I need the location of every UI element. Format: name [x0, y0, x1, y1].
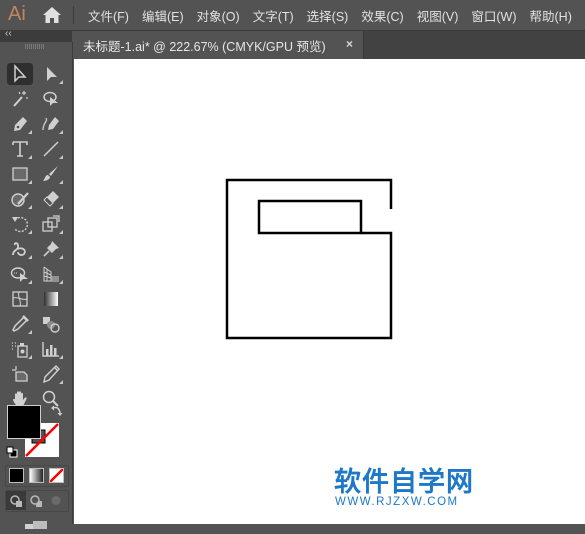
rotate-tool[interactable] — [7, 213, 33, 235]
symbol-sprayer-tool[interactable] — [7, 338, 33, 360]
slice-tool[interactable] — [38, 363, 64, 385]
lasso-tool[interactable] — [38, 88, 64, 110]
menu-list: 文件(F) 编辑(E) 对象(O) 文字(T) 选择(S) 效果(C) 视图(V… — [88, 0, 585, 30]
rectangle-tool[interactable] — [7, 163, 33, 185]
gradient-mode-button[interactable] — [29, 468, 44, 483]
type-t-icon — [12, 141, 28, 157]
draw-normal-button[interactable] — [6, 491, 26, 510]
lasso-icon — [43, 91, 58, 106]
pen-icon — [14, 117, 27, 131]
shape-builder-tool[interactable] — [7, 263, 33, 285]
draw-behind-button[interactable] — [26, 491, 46, 510]
app-logo: Ai — [8, 3, 26, 25]
column-graph-tool[interactable] — [38, 338, 64, 360]
mesh-icon — [12, 291, 28, 307]
menu-type[interactable]: 文字(T) — [253, 6, 294, 25]
screen-mode-icon — [25, 521, 47, 529]
swap-fill-stroke-icon[interactable] — [50, 404, 64, 418]
draw-behind-icon — [30, 495, 42, 507]
scale-icon — [42, 215, 60, 232]
watermark: 软件自学网 WWW.RJZXW.COM — [334, 460, 474, 508]
menu-file[interactable]: 文件(F) — [88, 6, 129, 25]
document-tab-bar: 未标题-1.ai* @ 222.67% (CMYK/GPU 预览) × — [73, 31, 585, 59]
fill-swatch[interactable] — [7, 405, 41, 439]
artboard-tool[interactable] — [7, 363, 33, 385]
none-slash-icon — [50, 469, 63, 482]
menu-help[interactable]: 帮助(H) — [530, 6, 572, 25]
pin-tool[interactable] — [38, 238, 64, 260]
eraser-tool[interactable] — [38, 188, 64, 210]
curvature-pen-icon — [42, 117, 59, 131]
curvature-tool[interactable] — [38, 113, 64, 135]
collapse-panel-icon[interactable]: ‹‹ — [5, 28, 12, 39]
color-mode-button[interactable] — [9, 468, 24, 483]
eyedropper-tool[interactable] — [7, 313, 33, 335]
draw-inside-button[interactable] — [46, 491, 66, 510]
shape-builder-icon — [10, 267, 28, 282]
selection-arrow-icon — [14, 64, 27, 83]
draw-inside-icon — [51, 496, 61, 505]
watermark-title: 软件自学网 — [334, 467, 474, 498]
pin-icon — [43, 241, 59, 257]
paintbrush-icon — [43, 166, 58, 181]
menu-view[interactable]: 视图(V) — [417, 6, 459, 25]
puppet-warp-icon — [12, 242, 26, 256]
draw-normal-icon — [10, 495, 22, 507]
direct-selection-tool[interactable] — [38, 63, 64, 85]
menu-separator — [73, 6, 74, 24]
scale-tool[interactable] — [38, 213, 64, 235]
pen-tool[interactable] — [7, 113, 33, 135]
menu-window[interactable]: 窗口(W) — [471, 6, 516, 25]
symbol-sprayer-icon — [12, 342, 28, 358]
magic-wand-icon — [13, 91, 28, 107]
perspective-grid-icon — [43, 266, 59, 282]
menu-select[interactable]: 选择(S) — [307, 6, 349, 25]
puppet-warp-tool[interactable] — [7, 238, 33, 260]
type-tool[interactable] — [7, 138, 33, 160]
shaper-icon — [11, 192, 29, 207]
selection-tool[interactable] — [7, 63, 33, 85]
none-mode-button[interactable] — [49, 468, 64, 483]
rotate-icon — [12, 216, 29, 233]
document-tab-title: 未标题-1.ai* @ 222.67% (CMYK/GPU 预览) — [83, 39, 326, 54]
paintbrush-tool[interactable] — [38, 163, 64, 185]
inner-rectangle[interactable] — [257, 199, 363, 235]
screen-mode-button[interactable] — [25, 516, 49, 529]
menu-effect[interactable]: 效果(C) — [361, 6, 403, 25]
blend-icon — [43, 317, 60, 333]
direct-selection-arrow-icon — [47, 67, 57, 81]
menu-object[interactable]: 对象(O) — [197, 6, 240, 25]
line-segment-tool[interactable] — [38, 138, 64, 160]
default-fill-stroke-icon[interactable] — [6, 445, 18, 458]
perspective-grid-tool[interactable] — [38, 263, 64, 285]
column-graph-icon — [42, 342, 59, 357]
close-tab-icon[interactable]: × — [346, 37, 353, 51]
document-tab[interactable]: 未标题-1.ai* @ 222.67% (CMYK/GPU 预览) × — [73, 31, 364, 59]
blend-tool[interactable] — [38, 313, 64, 335]
gradient-tool[interactable] — [38, 288, 64, 310]
artboard-icon — [12, 366, 28, 382]
watermark-url: WWW.RJZXW.COM — [335, 496, 459, 508]
gradient-icon — [44, 292, 58, 306]
shaper-tool[interactable] — [7, 188, 33, 210]
slice-icon — [43, 365, 60, 384]
outer-path[interactable] — [225, 178, 393, 340]
menu-edit[interactable]: 编辑(E) — [142, 6, 184, 25]
eyedropper-icon — [12, 315, 29, 332]
eraser-icon — [43, 191, 59, 207]
panel-grip[interactable] — [25, 44, 45, 49]
home-icon[interactable] — [42, 6, 62, 24]
artwork — [225, 178, 393, 340]
magic-wand-tool[interactable] — [7, 88, 33, 110]
artboard-canvas[interactable] — [74, 59, 585, 524]
menu-bar: Ai 文件(F) 编辑(E) 对象(O) 文字(T) 选择(S) 效果(C) 视… — [0, 0, 585, 31]
rectangle-icon — [12, 167, 28, 181]
mesh-tool[interactable] — [7, 288, 33, 310]
line-segment-icon — [43, 141, 59, 157]
